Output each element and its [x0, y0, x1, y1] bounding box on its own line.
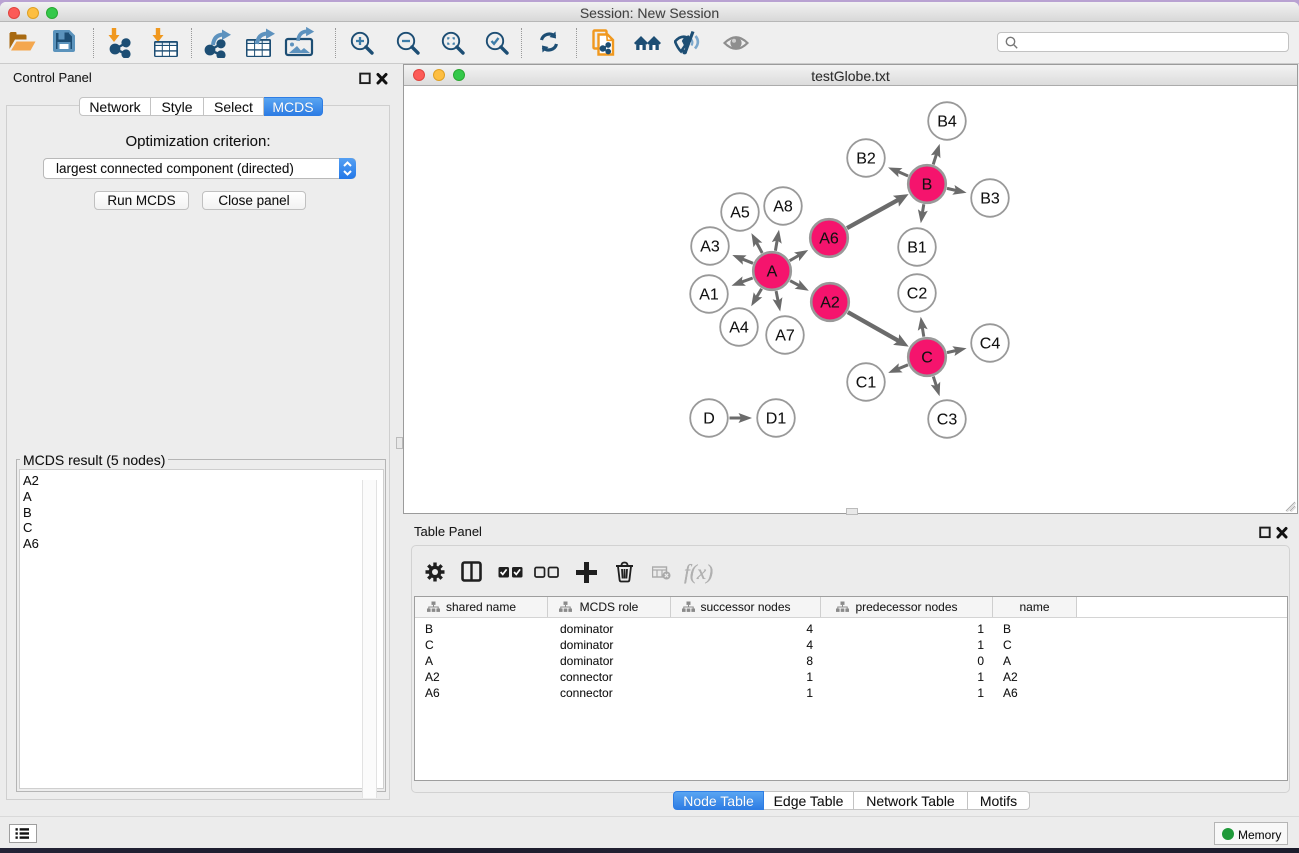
- svg-text:A6: A6: [819, 231, 839, 248]
- svg-text:C1: C1: [856, 375, 877, 392]
- svg-text:C4: C4: [980, 336, 1001, 353]
- svg-text:A3: A3: [700, 239, 720, 256]
- svg-text:C2: C2: [907, 286, 928, 303]
- svg-text:A7: A7: [775, 328, 795, 345]
- svg-text:C: C: [921, 350, 933, 367]
- svg-text:A4: A4: [729, 320, 749, 337]
- svg-text:A5: A5: [730, 205, 750, 222]
- svg-text:B2: B2: [856, 151, 876, 168]
- svg-text:B: B: [922, 177, 933, 194]
- svg-text:B4: B4: [937, 114, 957, 131]
- svg-text:A8: A8: [773, 199, 793, 216]
- svg-text:A1: A1: [699, 287, 719, 304]
- svg-text:B1: B1: [907, 240, 927, 257]
- svg-text:A: A: [767, 264, 778, 281]
- svg-text:B3: B3: [980, 191, 1000, 208]
- svg-text:D: D: [703, 411, 715, 428]
- svg-text:C3: C3: [937, 412, 958, 429]
- svg-text:D1: D1: [766, 411, 787, 428]
- svg-text:A2: A2: [820, 295, 840, 312]
